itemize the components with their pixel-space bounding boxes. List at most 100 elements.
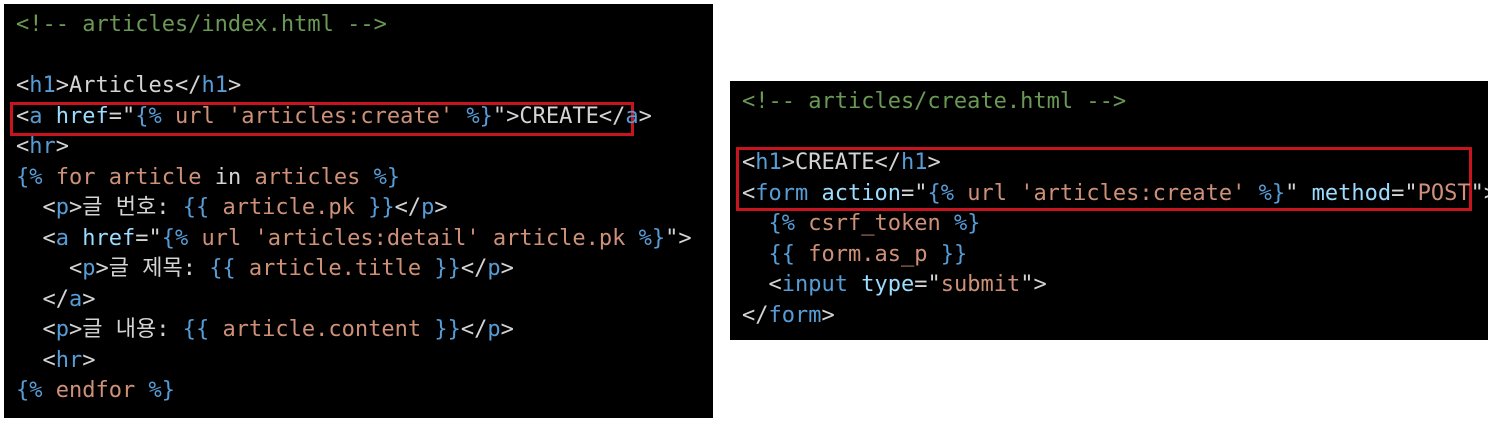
code-token: p [82, 256, 96, 281]
code-token: article.content [209, 317, 435, 342]
code-token: {{ [209, 256, 236, 281]
code-token: < [742, 180, 756, 206]
code-token: p [421, 195, 435, 220]
code-token: < [16, 225, 56, 251]
code-token: >글 제목: [95, 256, 210, 281]
code-token: =" [1391, 180, 1418, 206]
code-line: <a href="{% url 'articles:detail' articl… [16, 224, 692, 254]
code-token: hr [55, 347, 83, 373]
code-token: {{ [768, 241, 796, 267]
code-token: article.pk [209, 195, 369, 220]
code-token: article.title [235, 256, 435, 281]
code-token: }} [434, 317, 461, 342]
code-token: "> [1470, 180, 1488, 206]
code-token: url 'articles:detail' article.pk [188, 225, 639, 251]
code-token: </ [460, 256, 488, 281]
code-token: " [1285, 180, 1312, 206]
code-token: href [82, 225, 136, 251]
code-token: }} [940, 241, 968, 267]
code-token: form [755, 180, 809, 206]
code-token: {% [135, 103, 162, 129]
code-token: url 'articles:create' [953, 180, 1259, 206]
code-line: {% csrf_token %} [742, 209, 981, 239]
code-token: =" [914, 272, 941, 297]
code-line: <!-- articles/index.html --> [16, 10, 387, 40]
code-token: "> [665, 225, 692, 251]
code-token: {% [161, 225, 189, 251]
code-token: {% [16, 378, 43, 403]
code-panel-index: <!-- articles/index.html --> <h1>Articles… [4, 4, 713, 418]
code-token: input [781, 272, 848, 297]
code-token: }} [434, 256, 461, 281]
code-token: > [500, 256, 514, 281]
code-token: hr [29, 134, 56, 159]
code-token: < [16, 103, 30, 129]
code-token: %} [148, 378, 175, 403]
code-token: h1 [29, 73, 56, 98]
code-token: <!-- articles/index.html --> [16, 12, 387, 37]
code-token: action [821, 180, 901, 206]
code-token: {% [16, 164, 43, 190]
code-token: p [55, 195, 69, 220]
code-line: {{ form.as_p }} [742, 240, 968, 270]
code-token: h1 [201, 73, 228, 98]
code-token: <!-- articles/create.html --> [742, 89, 1127, 114]
code-line: <p>글 번호: {{ article.pk }}</p> [16, 193, 448, 223]
code-panel-create: <!-- articles/create.html --> < h1>CREATE<… [730, 81, 1488, 340]
code-token: %} [953, 211, 981, 236]
code-token: p [487, 256, 501, 281]
code-token: > [434, 195, 448, 220]
code-token: form [768, 302, 822, 328]
code-token: < [16, 347, 56, 373]
code-token: articles [254, 164, 361, 190]
code-token: > [927, 150, 941, 175]
code-token: < [742, 272, 782, 297]
code-token: method [1311, 180, 1392, 206]
code-token: ">CREATE</ [492, 103, 626, 129]
code-line: </form> [742, 301, 835, 331]
code-token: > [227, 73, 242, 98]
code-token: endfor [42, 378, 149, 403]
code-token: a [625, 103, 639, 129]
code-line: <input type="submit"> [742, 270, 1046, 300]
code-line: <hr> [16, 346, 95, 376]
code-token: =" [900, 180, 928, 206]
code-token: >Articles</ [55, 73, 202, 98]
code-token: {{ [182, 195, 210, 220]
code-token: h1 [755, 150, 782, 175]
code-token: POST [1417, 180, 1471, 206]
code-token: for [42, 164, 109, 190]
code-token: {% [927, 180, 954, 206]
code-token: a [68, 286, 83, 312]
code-token: {{ [182, 317, 210, 342]
code-line: <h1>CREATE</h1> [742, 148, 941, 178]
code-token: > [82, 286, 96, 312]
code-line: <h1>Articles</h1> [16, 71, 241, 101]
code-token: in [201, 164, 255, 190]
code-token: a [55, 225, 69, 251]
code-token: %} [638, 225, 666, 251]
code-token: < [16, 256, 83, 281]
code-token: }} [368, 195, 395, 220]
code-token: < [16, 317, 56, 342]
code-line: <a href="{% url 'articles:create' %}">CR… [16, 102, 652, 132]
code-line: <p>글 내용: {{ article.content }}</p> [16, 315, 513, 345]
code-token: >글 번호: [69, 195, 183, 220]
code-token: >CREATE</ [781, 150, 901, 175]
code-token: csrf_token [795, 211, 954, 236]
code-token: >글 내용: [69, 317, 183, 342]
code-token: > [638, 103, 652, 129]
code-token: </ [394, 195, 422, 220]
code-token: < [16, 73, 30, 98]
code-token: %} [466, 103, 493, 129]
code-token: </ [742, 302, 769, 328]
code-token: article [108, 164, 202, 190]
code-line: <hr> [16, 132, 69, 162]
code-token: submit [940, 272, 1021, 297]
